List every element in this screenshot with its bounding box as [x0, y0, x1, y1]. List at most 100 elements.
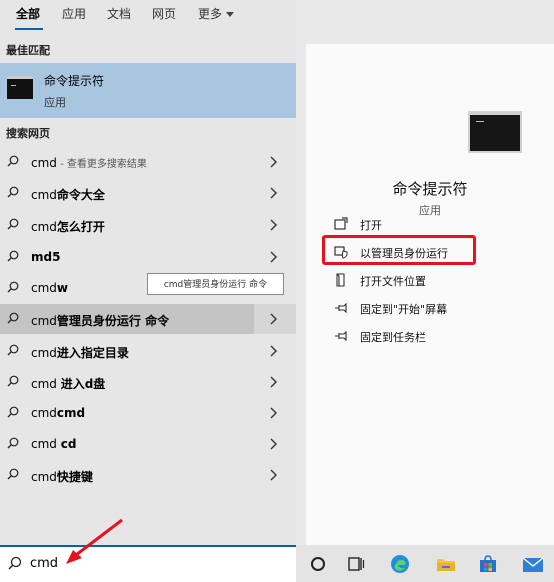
result-prefix: cmd	[31, 314, 57, 328]
command-prompt-icon	[7, 76, 33, 99]
web-result-text: cmdw	[31, 281, 68, 295]
result-prefix: cmd	[31, 406, 57, 420]
web-result-item[interactable]: cmd命令大全	[0, 178, 296, 208]
web-result-item[interactable]: cmd快捷键	[0, 460, 296, 490]
annotation-highlight-box	[322, 235, 476, 265]
search-icon	[7, 437, 19, 449]
result-prefix: cmd	[31, 188, 57, 202]
action-open-file-location-label: 打开文件位置	[360, 275, 426, 288]
chevron-right-icon	[270, 376, 277, 388]
chevron-right-icon	[270, 438, 277, 450]
taskbar	[296, 545, 554, 582]
web-result-item[interactable]: md5	[0, 242, 296, 272]
result-bold: cmd	[56, 406, 86, 420]
tab-more[interactable]: 更多	[198, 5, 235, 22]
search-icon	[7, 406, 19, 418]
annotation-arrow	[66, 518, 123, 564]
chevron-right-icon	[270, 407, 277, 419]
web-result-text: cmd快捷键	[31, 468, 93, 485]
web-result-text: cmdcmd	[31, 406, 85, 420]
cortana-icon[interactable]	[306, 552, 330, 576]
chevron-down-icon	[226, 12, 235, 17]
search-box[interactable]: cmd	[0, 545, 296, 582]
web-result-item[interactable]: cmd - 查看更多搜索结果	[0, 147, 296, 177]
action-open-label: 打开	[360, 219, 382, 232]
web-result-text: cmd进入指定目录	[31, 344, 129, 361]
result-prefix: cmd	[31, 281, 57, 295]
tab-documents[interactable]: 文档	[107, 5, 131, 22]
chevron-right-icon	[270, 187, 277, 199]
web-result-text: cmd - 查看更多搜索结果	[31, 155, 147, 170]
search-icon	[7, 468, 19, 480]
action-pin-to-taskbar-label: 固定到任务栏	[360, 331, 426, 344]
best-match-heading: 最佳匹配	[6, 44, 50, 57]
result-bold: 进入d盘	[60, 377, 106, 391]
web-result-item[interactable]: cmdcmd	[0, 398, 296, 428]
result-bold: w	[56, 281, 68, 295]
result-prefix: cmd	[31, 437, 61, 451]
result-prefix: cmd	[31, 470, 57, 484]
search-icon	[7, 218, 19, 230]
chevron-right-icon	[270, 313, 277, 325]
active-tab-indicator	[15, 28, 43, 30]
search-icon	[7, 186, 19, 198]
filter-tabs: 全部 应用 文档 网页 更多	[0, 0, 296, 30]
result-prefix: cmd	[31, 156, 57, 170]
result-prefix: cmd	[31, 377, 61, 391]
chevron-right-icon	[270, 156, 277, 168]
file-explorer-icon[interactable]	[434, 552, 458, 576]
result-prefix: cmd	[31, 346, 57, 360]
store-icon[interactable]	[476, 552, 500, 576]
result-bold: cd	[60, 437, 77, 451]
tab-more-label: 更多	[198, 7, 223, 21]
tooltip: cmd管理员身份运行 命令	[147, 273, 284, 295]
tab-web[interactable]: 网页	[152, 5, 176, 22]
web-result-item[interactable]: cmd 进入d盘	[0, 367, 296, 397]
web-result-item[interactable]: cmd cd	[0, 429, 296, 459]
preview-subtitle: 应用	[419, 204, 441, 217]
best-match-subtitle: 应用	[44, 96, 66, 109]
chevron-right-icon	[270, 219, 277, 231]
result-prefix: cmd	[31, 220, 57, 234]
action-pin-to-start-label: 固定到"开始"屏幕	[360, 303, 448, 316]
web-result-text: cmd命令大全	[31, 186, 105, 203]
result-bold: 进入指定目录	[56, 346, 129, 360]
pin-icon	[335, 302, 347, 314]
search-icon	[7, 250, 19, 262]
search-icon	[7, 375, 19, 387]
result-bold: 怎么打开	[56, 220, 105, 234]
web-result-text: cmd管理员身份运行 命令	[31, 312, 169, 329]
result-bold: 管理员身份运行 命令	[56, 314, 170, 328]
web-result-item[interactable]: cmd进入指定目录	[0, 336, 296, 366]
result-suffix: - 查看更多搜索结果	[56, 159, 147, 170]
task-view-icon[interactable]	[344, 552, 368, 576]
web-result-text: cmd cd	[31, 437, 76, 451]
search-icon	[7, 344, 19, 356]
preview-card: 命令提示符 应用 打开 以管理员身份运行 打开文件位置 固定到"开始"屏幕 固定…	[306, 44, 554, 545]
result-bold: 快捷键	[56, 470, 93, 484]
search-web-heading: 搜索网页	[6, 127, 50, 140]
best-match-item[interactable]: 命令提示符 应用	[0, 63, 296, 118]
preview-pane: 命令提示符 应用 打开 以管理员身份运行 打开文件位置 固定到"开始"屏幕 固定…	[296, 0, 554, 545]
web-result-text: cmd怎么打开	[31, 218, 105, 235]
pin-icon	[335, 330, 347, 342]
search-icon	[8, 556, 22, 570]
chevron-right-icon	[270, 251, 277, 263]
tab-apps[interactable]: 应用	[62, 5, 86, 22]
search-input-value: cmd	[30, 556, 59, 571]
web-result-text: md5	[31, 250, 60, 264]
best-match-title: 命令提示符	[44, 74, 105, 88]
web-result-item[interactable]: cmd管理员身份运行 命令	[0, 304, 296, 334]
search-icon	[7, 312, 19, 324]
tab-all[interactable]: 全部	[16, 5, 40, 22]
search-results-pane: 全部 应用 文档 网页 更多 最佳匹配 命令提示符 应用 搜索网页 cmd - …	[0, 0, 296, 545]
chevron-right-icon	[270, 469, 277, 481]
web-result-item[interactable]: cmd怎么打开	[0, 210, 296, 240]
web-result-text: cmd 进入d盘	[31, 375, 105, 392]
search-icon	[7, 281, 19, 293]
mail-icon[interactable]	[520, 552, 544, 576]
edge-icon[interactable]	[388, 552, 412, 576]
result-bold: md5	[31, 250, 61, 264]
file-location-icon	[336, 273, 345, 287]
search-icon	[7, 155, 19, 167]
